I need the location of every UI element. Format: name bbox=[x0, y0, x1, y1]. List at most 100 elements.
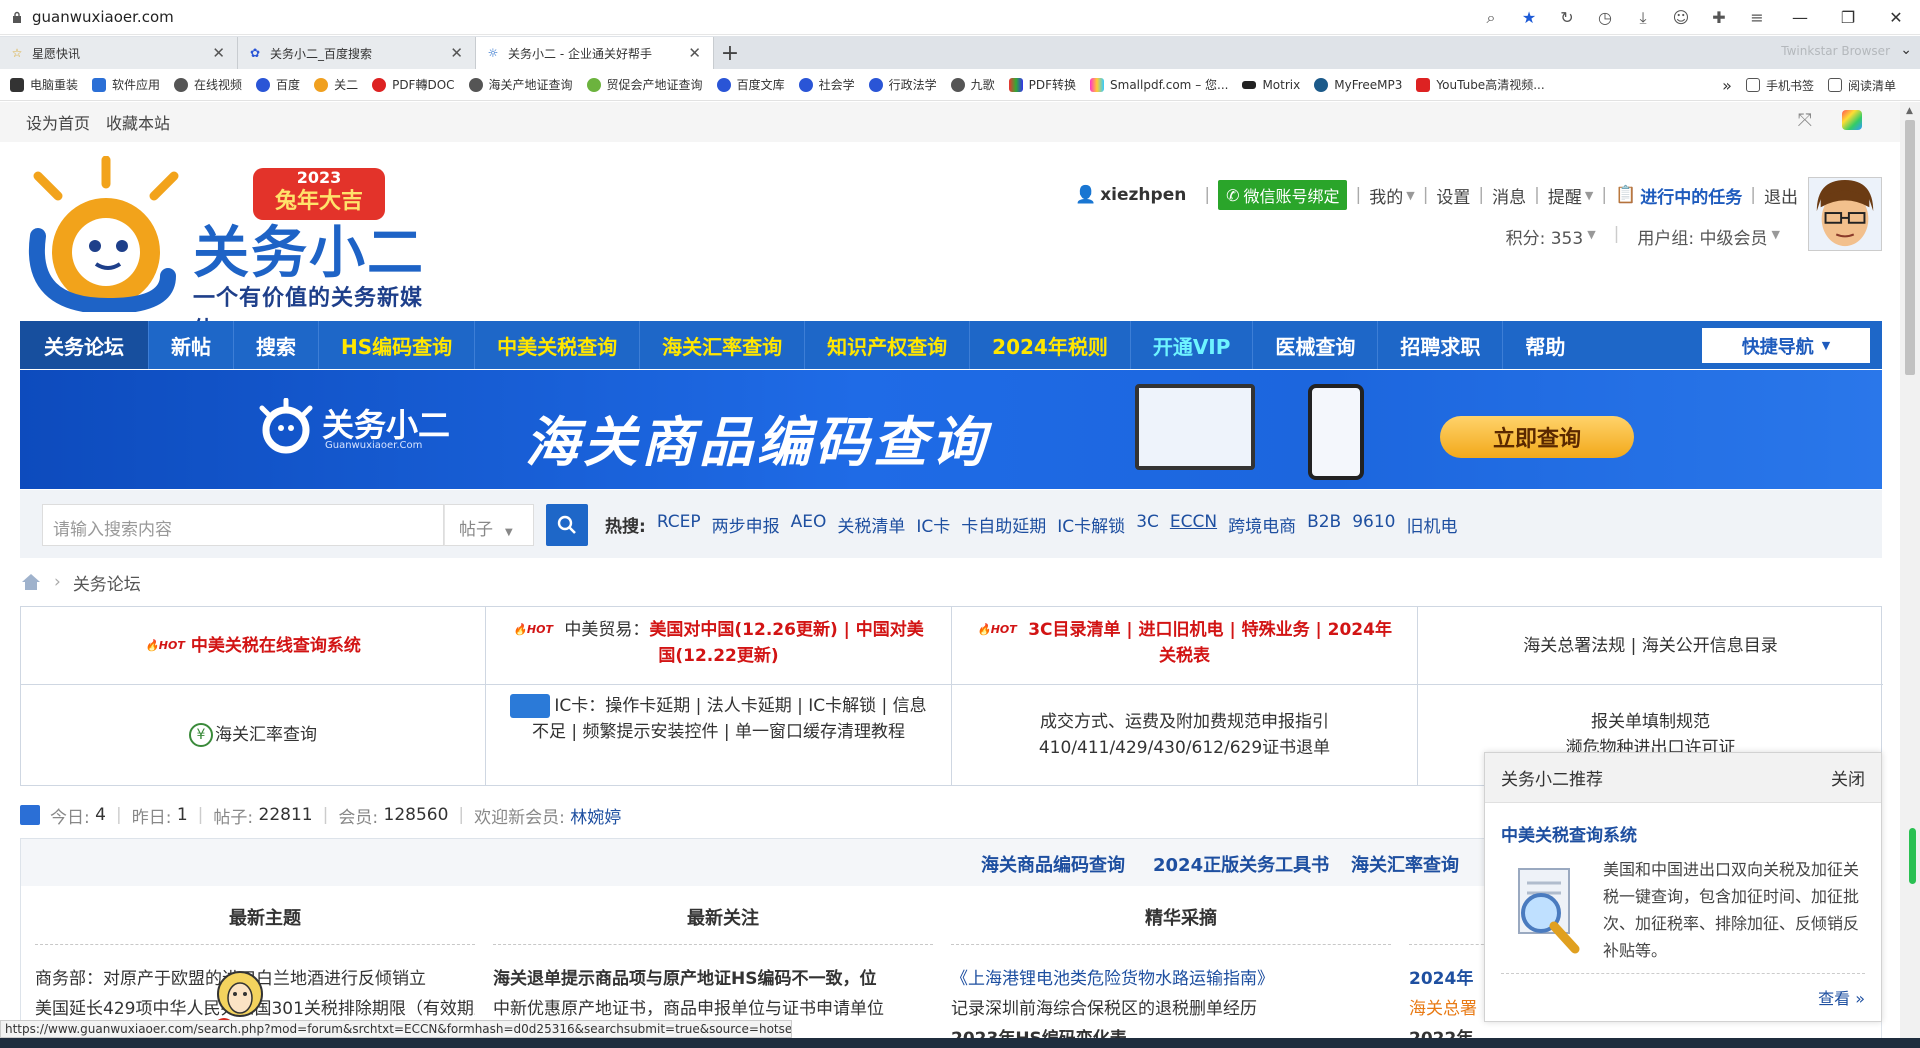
hot-search-item[interactable]: 两步申报 bbox=[712, 512, 780, 537]
nav-help[interactable]: 帮助 bbox=[1503, 321, 1587, 369]
minimize-button[interactable]: — bbox=[1776, 0, 1824, 35]
bookmark-item[interactable]: 电脑重装 bbox=[10, 76, 78, 93]
list-item[interactable]: 2024年 bbox=[1409, 964, 1489, 989]
bookmark-item[interactable]: 贸促会产地证查询 bbox=[586, 76, 703, 93]
extension-icon[interactable]: ✚ bbox=[1700, 0, 1738, 35]
reading-list[interactable]: 阅读清单 bbox=[1827, 77, 1896, 94]
home-icon[interactable] bbox=[20, 573, 42, 591]
nav-new-posts[interactable]: 新帖 bbox=[149, 321, 234, 369]
bookmark-item[interactable]: 行政法学 bbox=[868, 76, 937, 93]
bookmark-item[interactable]: 社会学 bbox=[798, 76, 855, 93]
bookmark-item[interactable]: 在线视频 bbox=[174, 76, 242, 93]
chevron-down-icon[interactable]: ⌄ bbox=[1900, 42, 1912, 58]
link-exchange-rate[interactable]: 海关汇率查询 bbox=[1351, 851, 1459, 877]
history-icon[interactable]: ◷ bbox=[1586, 0, 1624, 35]
list-item[interactable]: 记录深圳前海综合保税区的退税删单经历 bbox=[951, 994, 1391, 1019]
bookmark-item[interactable]: Motrix bbox=[1242, 78, 1300, 92]
link-tool-books[interactable]: 2024正版关务工具书 bbox=[1153, 851, 1329, 877]
points-menu[interactable]: 积分: 353 bbox=[1506, 224, 1584, 249]
zoom-icon[interactable]: ⌕ bbox=[1472, 0, 1510, 35]
url-text[interactable]: guanwuxiaoer.com bbox=[32, 8, 174, 26]
menu-icon[interactable]: ≡ bbox=[1738, 0, 1776, 35]
close-icon[interactable]: ✕ bbox=[450, 44, 463, 62]
list-item[interactable]: 中新优惠原产地证书，商品申报单位与证书申请单位 bbox=[493, 994, 933, 1019]
grid-cell-trade[interactable]: 🔥HOT 中美贸易：美国对中国(12.26更新) | 中国对美国(12.22更新… bbox=[486, 607, 952, 685]
download-icon[interactable]: ⤓ bbox=[1624, 0, 1662, 35]
bookmark-item[interactable]: 百度 bbox=[256, 76, 300, 93]
new-tab-button[interactable]: + bbox=[714, 37, 746, 69]
hot-search-item[interactable]: 旧机电 bbox=[1407, 512, 1458, 537]
site-logo[interactable]: 2023 兔年大吉 关务小二 一个有价值的关务新媒体 bbox=[18, 156, 438, 343]
tab-xingyuan[interactable]: ☆ 星愿快讯 ✕ bbox=[0, 37, 238, 69]
reminders-menu[interactable]: 提醒 bbox=[1548, 183, 1582, 208]
grid-cell-declaration-guide[interactable]: 成交方式、运费及附加费规范申报指引 410/411/429/430/612/62… bbox=[952, 685, 1418, 785]
breadcrumb-current[interactable]: 关务论坛 bbox=[73, 570, 141, 595]
nav-tariff-2024[interactable]: 2024年税则 bbox=[970, 321, 1131, 369]
bookmark-item[interactable]: 软件应用 bbox=[92, 76, 160, 93]
messages-link[interactable]: 消息 bbox=[1492, 183, 1526, 208]
hot-search-item[interactable]: 3C bbox=[1136, 512, 1159, 537]
hot-search-item[interactable]: 跨境电商 bbox=[1228, 512, 1296, 537]
search-input[interactable]: 请输入搜索内容 bbox=[42, 504, 444, 546]
bookmark-item[interactable]: PDF转换 bbox=[1008, 76, 1076, 93]
restore-button[interactable]: ❐ bbox=[1824, 0, 1872, 35]
username[interactable]: xiezhpen bbox=[1100, 185, 1186, 205]
bookmark-item[interactable]: Smallpdf.com – 您... bbox=[1090, 76, 1228, 93]
hot-search-item[interactable]: 9610 bbox=[1352, 512, 1395, 537]
bookmark-site-link[interactable]: 收藏本站 bbox=[106, 110, 170, 134]
nav-jobs[interactable]: 招聘求职 bbox=[1378, 321, 1504, 369]
nav-medical-devices[interactable]: 医械查询 bbox=[1253, 321, 1379, 369]
list-item[interactable]: 海关总署 bbox=[1409, 994, 1489, 1019]
quick-nav-button[interactable]: 快捷导航 ▼ bbox=[1702, 328, 1870, 363]
hot-search-item[interactable]: IC卡解锁 bbox=[1057, 512, 1125, 537]
tab-guanwuxiaoer[interactable]: ☼ 关务小二 - 企业通关好帮手 ✕ bbox=[476, 37, 714, 69]
scroll-thumb[interactable] bbox=[1905, 120, 1915, 375]
more-bookmarks-icon[interactable]: » bbox=[1722, 76, 1732, 95]
page-scrollbar[interactable]: ▲ bbox=[1900, 102, 1920, 1048]
close-window-button[interactable]: ✕ bbox=[1872, 0, 1920, 35]
bookmark-item[interactable]: MyFreeMP3 bbox=[1314, 77, 1402, 92]
close-icon[interactable]: ✕ bbox=[688, 44, 701, 62]
newest-member-link[interactable]: 林婉婷 bbox=[570, 803, 621, 828]
reload-icon[interactable]: ↻ bbox=[1548, 0, 1586, 35]
hot-search-item[interactable]: RCEP bbox=[657, 512, 701, 537]
theme-color-icon[interactable] bbox=[1842, 110, 1862, 130]
grid-cell-3c[interactable]: 🔥HOT 3C目录清单 | 进口旧机电 | 特殊业务 | 2024年关税表 bbox=[952, 607, 1418, 685]
bookmark-item[interactable]: 海关产地证查询 bbox=[468, 76, 573, 93]
bookmark-star-icon[interactable]: ★ bbox=[1510, 0, 1548, 35]
tab-baidu-search[interactable]: ✿ 关务小二_百度搜索 ✕ bbox=[238, 37, 476, 69]
hot-search-item[interactable]: IC卡 bbox=[916, 512, 950, 537]
popup-more-link[interactable]: 查看 » bbox=[1818, 985, 1865, 1009]
logout-link[interactable]: 退出 bbox=[1764, 183, 1798, 208]
bookmark-item[interactable]: 九歌 bbox=[950, 76, 995, 93]
bookmark-item[interactable]: YouTube高清视频... bbox=[1416, 76, 1545, 93]
bookmark-item[interactable]: 关二 bbox=[314, 76, 358, 93]
close-icon[interactable]: ✕ bbox=[212, 44, 225, 62]
search-type-select[interactable]: 帖子 ▼ bbox=[444, 504, 534, 546]
nav-forum[interactable]: 关务论坛 bbox=[20, 321, 149, 369]
tasks-in-progress-link[interactable]: 进行中的任务 bbox=[1640, 183, 1742, 208]
grid-cell-regulations[interactable]: 海关总署法规 | 海关公开信息目录 bbox=[1418, 607, 1883, 685]
fullscreen-icon[interactable]: ⤧ bbox=[1798, 110, 1812, 131]
set-homepage-link[interactable]: 设为首页 bbox=[26, 110, 90, 134]
popup-close-button[interactable]: 关闭 bbox=[1831, 765, 1865, 790]
settings-link[interactable]: 设置 bbox=[1436, 183, 1470, 208]
mobile-bookmarks[interactable]: 手机书签 bbox=[1745, 77, 1814, 94]
hot-search-item[interactable]: B2B bbox=[1307, 512, 1341, 537]
popup-item-title[interactable]: 中美关税查询系统 bbox=[1501, 821, 1637, 846]
hot-search-item[interactable]: ECCN bbox=[1170, 512, 1217, 537]
nav-hs-code[interactable]: HS编码查询 bbox=[319, 321, 476, 369]
grid-cell-tariff-system[interactable]: 🔥HOT 中美关税在线查询系统 bbox=[21, 607, 486, 685]
query-now-button[interactable]: 立即查询 bbox=[1440, 416, 1634, 458]
nav-us-china-tariff[interactable]: 中美关税查询 bbox=[475, 321, 641, 369]
account-icon[interactable]: ☺ bbox=[1662, 0, 1700, 35]
search-button[interactable] bbox=[546, 504, 588, 546]
list-item[interactable]: 海关退单提示商品项与原产地证HS编码不一致，位 bbox=[493, 964, 933, 989]
hot-search-item[interactable]: 卡自助延期 bbox=[961, 512, 1046, 537]
list-item[interactable]: 《上海港锂电池类危险货物水路运输指南》 bbox=[951, 964, 1391, 989]
nav-search[interactable]: 搜索 bbox=[234, 321, 319, 369]
grid-cell-exchange-rate[interactable]: ¥ 海关汇率查询 bbox=[21, 685, 486, 785]
bookmark-item[interactable]: 百度文库 bbox=[716, 76, 785, 93]
usergroup-menu[interactable]: 用户组: 中级会员 bbox=[1637, 224, 1767, 249]
hs-code-banner[interactable]: 关务小二 Guanwuxiaoer.Com 海关商品编码查询 立即查询 bbox=[20, 370, 1882, 489]
